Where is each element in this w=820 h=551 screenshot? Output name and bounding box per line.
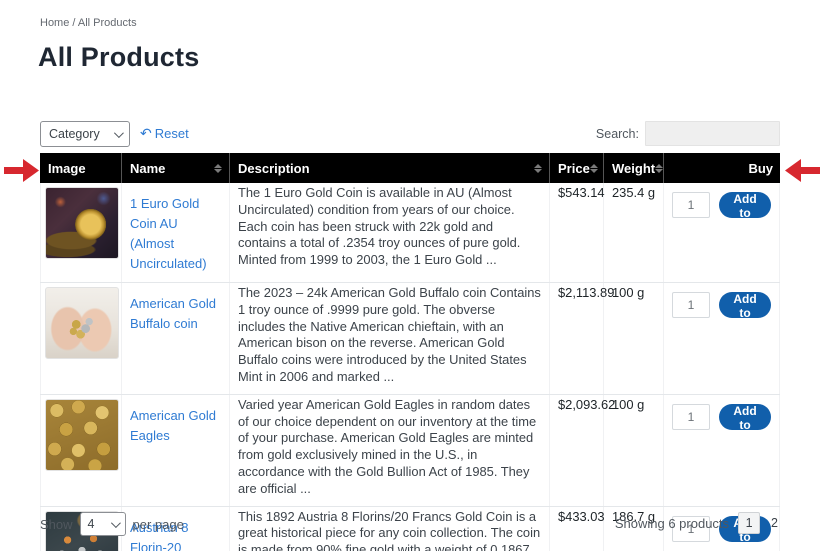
pagination-page-2[interactable]: 2 — [769, 516, 780, 530]
quantity-input[interactable] — [672, 404, 710, 430]
per-page-select[interactable]: 4 — [80, 512, 126, 536]
column-header-label: Weight — [612, 161, 655, 176]
per-page-value: 4 — [88, 517, 95, 531]
product-image — [45, 287, 119, 359]
category-filter-label: Category — [49, 127, 100, 141]
table-header-row: Image Name Description Price Weight Buy — [40, 153, 780, 183]
table-row: American Gold Buffalo coin The 2023 – 24… — [40, 283, 780, 395]
products-table: Image Name Description Price Weight Buy — [40, 153, 780, 551]
product-name-link[interactable]: American Gold Buffalo coin — [130, 292, 221, 334]
chevron-down-icon — [110, 518, 120, 528]
product-name-link[interactable]: 1 Euro Gold Coin AU (Almost Uncirculated… — [130, 192, 221, 274]
product-description: The 1 Euro Gold Coin is available in AU … — [230, 183, 550, 282]
column-header-name[interactable]: Name — [122, 153, 230, 183]
column-header-buy: Buy — [664, 153, 780, 183]
product-description: Varied year American Gold Eagles in rand… — [230, 395, 550, 506]
reset-link-label: Reset — [155, 126, 189, 141]
search-input[interactable] — [645, 121, 780, 146]
product-price: $2,093.62 — [550, 395, 604, 506]
product-description: The 2023 – 24k American Gold Buffalo coi… — [230, 283, 550, 394]
column-header-weight[interactable]: Weight — [604, 153, 664, 183]
per-page-control: Show 4 per page — [40, 512, 184, 536]
column-header-image: Image — [40, 153, 122, 183]
buy-cell: Add to cart — [664, 395, 780, 506]
product-price: $543.14 — [550, 183, 604, 282]
column-header-price[interactable]: Price — [550, 153, 604, 183]
column-header-label: Name — [130, 161, 165, 176]
results-summary: Showing 6 products — [615, 516, 729, 531]
sort-up-down-icon — [590, 164, 598, 173]
product-image-cell — [40, 395, 122, 506]
product-name-cell: American Gold Buffalo coin — [122, 283, 230, 394]
product-weight: 100 g — [604, 283, 664, 394]
column-header-label: Buy — [748, 161, 773, 176]
breadcrumb: Home / All Products — [40, 17, 137, 29]
sort-up-down-icon — [214, 164, 222, 173]
product-image — [45, 187, 119, 259]
buy-cell: Add to cart — [664, 283, 780, 394]
product-image — [45, 399, 119, 471]
table-row: American Gold Eagles Varied year America… — [40, 395, 780, 507]
product-weight: 100 g — [604, 395, 664, 506]
sort-up-down-icon — [655, 164, 663, 173]
quantity-input[interactable] — [672, 192, 710, 218]
search-label: Search: — [596, 127, 639, 141]
sort-up-down-icon — [534, 164, 542, 173]
chevron-down-icon — [114, 128, 124, 138]
red-arrow-pointing-right-icon — [4, 157, 40, 184]
quantity-input[interactable] — [672, 292, 710, 318]
show-label: Show — [40, 517, 73, 532]
column-header-label: Image — [48, 161, 86, 176]
undo-arrow-icon: ↶ — [140, 125, 152, 141]
pagination-area: Showing 6 products 1 2 — [615, 512, 780, 534]
buy-cell: Add to cart — [664, 183, 780, 282]
product-image-cell — [40, 283, 122, 394]
table-footer: Show 4 per page Showing 6 products 1 2 — [40, 510, 780, 538]
pagination-page-1[interactable]: 1 — [738, 512, 760, 534]
column-header-label: Description — [238, 161, 310, 176]
reset-filters-link[interactable]: ↶Reset — [140, 125, 189, 142]
column-header-label: Price — [558, 161, 590, 176]
column-header-description[interactable]: Description — [230, 153, 550, 183]
red-arrow-pointing-left-icon — [784, 157, 820, 184]
product-name-cell: American Gold Eagles — [122, 395, 230, 506]
search-area: Search: — [596, 121, 780, 146]
add-to-cart-button[interactable]: Add to cart — [719, 404, 771, 430]
category-filter-select[interactable]: Category — [40, 121, 130, 147]
all-products-page: Home / All Products All Products Categor… — [0, 0, 820, 551]
product-image-cell — [40, 183, 122, 282]
add-to-cart-button[interactable]: Add to cart — [719, 192, 771, 218]
product-name-cell: 1 Euro Gold Coin AU (Almost Uncirculated… — [122, 183, 230, 282]
table-toolbar: Category ↶Reset Search: — [40, 121, 780, 148]
product-weight: 235.4 g — [604, 183, 664, 282]
product-price: $2,113.89 — [550, 283, 604, 394]
product-name-link[interactable]: American Gold Eagles — [130, 404, 221, 446]
table-row: 1 Euro Gold Coin AU (Almost Uncirculated… — [40, 183, 780, 283]
per-page-label: per page — [133, 517, 184, 532]
add-to-cart-button[interactable]: Add to cart — [719, 292, 771, 318]
page-title: All Products — [38, 42, 199, 73]
